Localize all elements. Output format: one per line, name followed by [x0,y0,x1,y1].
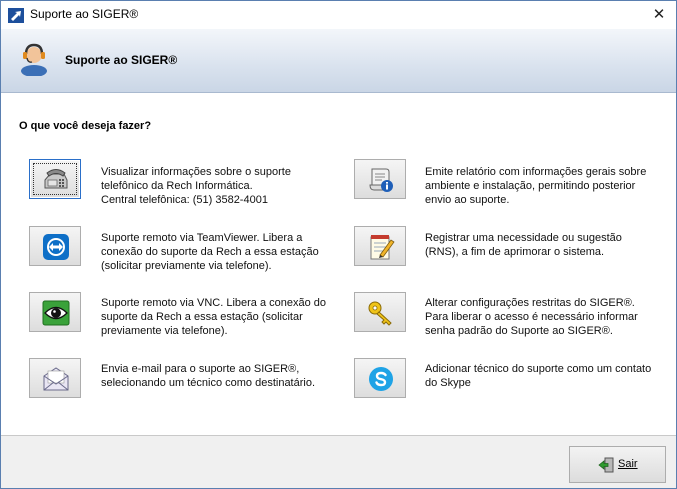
restricted-settings-button[interactable] [354,292,406,332]
phone-support-button[interactable] [29,159,81,199]
skype-contact-button[interactable] [354,358,406,398]
support-dialog-window: Suporte ao SIGER® ✕ Suporte ao SIGER® O … [0,0,677,489]
vnc-description: Suporte remoto via VNC. Libera a conexão… [101,297,327,337]
email-support-button[interactable] [29,358,81,398]
restricted-settings-description: Alterar configurações restritas do SIGER… [425,297,638,337]
teamviewer-description: Suporte remoto via TeamViewer. Libera a … [101,232,319,272]
phone-support-description: Visualizar informações sobre o suporte t… [101,166,291,206]
exit-button-label: Sair [618,458,638,470]
app-logo-icon [8,8,24,23]
email-envelope-icon [43,367,69,391]
teamviewer-icon [43,234,69,260]
notepad-pencil-icon [370,235,395,260]
skype-contact-description: Adicionar técnico do suporte como um con… [425,363,652,389]
exit-button[interactable]: Sair [569,446,666,483]
header-banner: Suporte ao SIGER® [1,29,676,93]
vnc-eye-icon [42,300,70,326]
support-agent-icon [21,43,47,76]
register-suggestion-description: Registrar uma necessidade ou sugestão (R… [425,232,622,258]
email-support-description: Envia e-mail para o suporte ao SIGER®, s… [101,363,316,389]
environment-report-button[interactable] [354,159,406,199]
skype-icon [369,367,393,391]
report-scroll-icon [369,168,393,192]
banner-title: Suporte ao SIGER® [65,53,178,67]
close-icon[interactable]: ✕ [642,1,676,29]
teamviewer-button[interactable] [29,226,81,266]
environment-report-description: Emite relatório com informações gerais s… [425,166,647,206]
vnc-button[interactable] [29,292,81,332]
register-suggestion-button[interactable] [354,226,406,266]
window-title: Suporte ao SIGER® [30,7,139,21]
telephone-icon [44,169,68,189]
exit-door-icon [598,457,614,473]
key-icon [368,301,392,326]
question-label: O que você deseja fazer? [19,120,152,132]
title-bar: Suporte ao SIGER® ✕ [1,1,676,29]
